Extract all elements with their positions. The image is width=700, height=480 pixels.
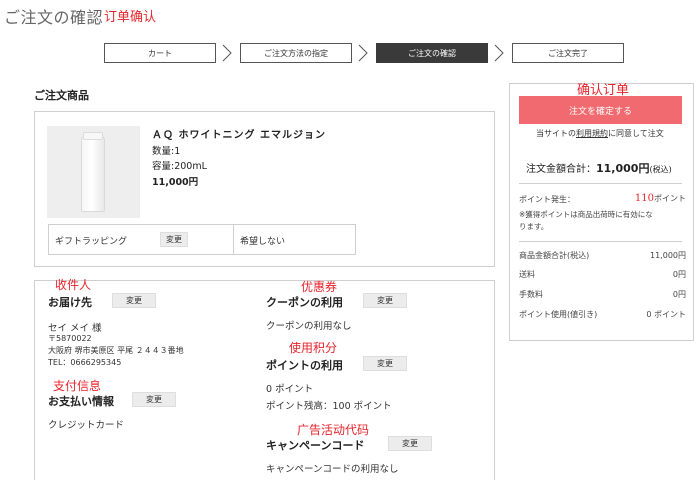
total-value: 11,000円 (596, 162, 650, 175)
points-note-line1: ※獲得ポイントは商品出荷時に有効にな (519, 210, 653, 219)
terms-suffix: に同意して注文 (608, 129, 664, 138)
payment-annotation: 支付信息 (53, 379, 102, 393)
address: 大阪府 堺市美原区 平尾 ２４４３番地 (48, 346, 184, 355)
chevron-right-icon (356, 43, 370, 63)
points-used: 0 ポイント (266, 384, 314, 395)
telephone: TEL：0666295345 (48, 358, 122, 367)
shipping-annotation: 收件人 (55, 278, 92, 292)
summary-divider (519, 183, 682, 184)
points-annotation: 使用积分 (289, 341, 338, 355)
points-earned: 110ポイント (635, 193, 686, 204)
terms-prefix: 当サイトの (536, 129, 576, 138)
gift-value: 希望しない (240, 237, 286, 247)
confirm-order-button[interactable]: 注文を確定する (519, 96, 682, 124)
step-order-confirm: ご注文の確認 (376, 43, 488, 63)
postal-code: 〒5870022 (48, 334, 92, 343)
payment-heading: お支払い情報 (48, 395, 114, 408)
handling-fee-value: 0円 (672, 290, 686, 299)
coupon-heading: クーポンの利用 (266, 296, 343, 309)
chevron-right-icon (220, 43, 234, 63)
campaign-heading: キャンペーンコード (266, 439, 365, 452)
shipping-fee-value: 0円 (672, 270, 686, 279)
order-total: 注文金額合計：11,000円(税込) (526, 160, 672, 176)
campaign-change-button[interactable]: 変更 (388, 436, 432, 451)
points-used-value: 0 ポイント (646, 310, 686, 319)
gift-row-divider (233, 224, 234, 255)
product-volume: 容量:200mL (152, 161, 207, 172)
shipping-fee-label: 送料 (519, 270, 535, 279)
total-label: 注文金額合計： (526, 164, 596, 175)
points-earned-number: 110 (634, 193, 654, 204)
step-cart: カート (104, 43, 216, 63)
terms-line: 当サイトの利用規約に同意して注文 (536, 128, 664, 139)
points-earned-unit: ポイント (654, 194, 686, 203)
subtotal-label: 商品金額合計(税込) (519, 251, 590, 260)
gift-change-button[interactable]: 変更 (160, 232, 188, 247)
subtotal-value: 11,000円 (650, 251, 686, 260)
points-balance: ポイント残高：100 ポイント (266, 401, 392, 412)
coupon-annotation: 优惠券 (301, 280, 338, 294)
total-suffix: (税込) (649, 165, 672, 174)
campaign-annotation: 广告活动代码 (297, 423, 370, 437)
campaign-value: キャンペーンコードの利用なし (266, 464, 399, 475)
product-price: 11,000円 (152, 177, 199, 188)
payment-method: クレジットカード (48, 420, 125, 431)
payment-change-button[interactable]: 変更 (132, 392, 176, 407)
shipping-change-button[interactable]: 変更 (112, 293, 156, 308)
terms-link[interactable]: 利用規約 (576, 129, 608, 138)
step-order-complete: ご注文完了 (512, 43, 624, 63)
points-heading: ポイントの利用 (266, 359, 343, 372)
shipping-heading: お届け先 (48, 296, 92, 309)
handling-fee-label: 手数料 (519, 290, 543, 299)
page-title: ご注文の確認 (4, 8, 104, 27)
bottle-cap (83, 132, 103, 140)
product-name: ＡＱ ホワイトニング エマルジョン (152, 130, 326, 141)
bottle-icon (81, 136, 105, 212)
products-heading: ご注文商品 (34, 89, 89, 102)
points-note-line2: ります。 (519, 222, 549, 231)
title-annotation: 订单确认 (104, 10, 157, 25)
product-quantity: 数量:1 (152, 146, 181, 157)
points-change-button[interactable]: 変更 (363, 356, 407, 371)
points-earned-label: ポイント発生： (519, 195, 575, 204)
gift-label: ギフトラッピング (55, 237, 128, 247)
points-used-label: ポイント使用(値引き) (519, 310, 598, 319)
summary-divider (519, 241, 682, 242)
coupon-change-button[interactable]: 変更 (363, 293, 407, 308)
chevron-right-icon (492, 43, 506, 63)
coupon-value: クーポンの利用なし (266, 321, 352, 332)
recipient-name: セイ メイ 様 (48, 323, 102, 334)
step-order-method: ご注文方法の指定 (240, 43, 352, 63)
